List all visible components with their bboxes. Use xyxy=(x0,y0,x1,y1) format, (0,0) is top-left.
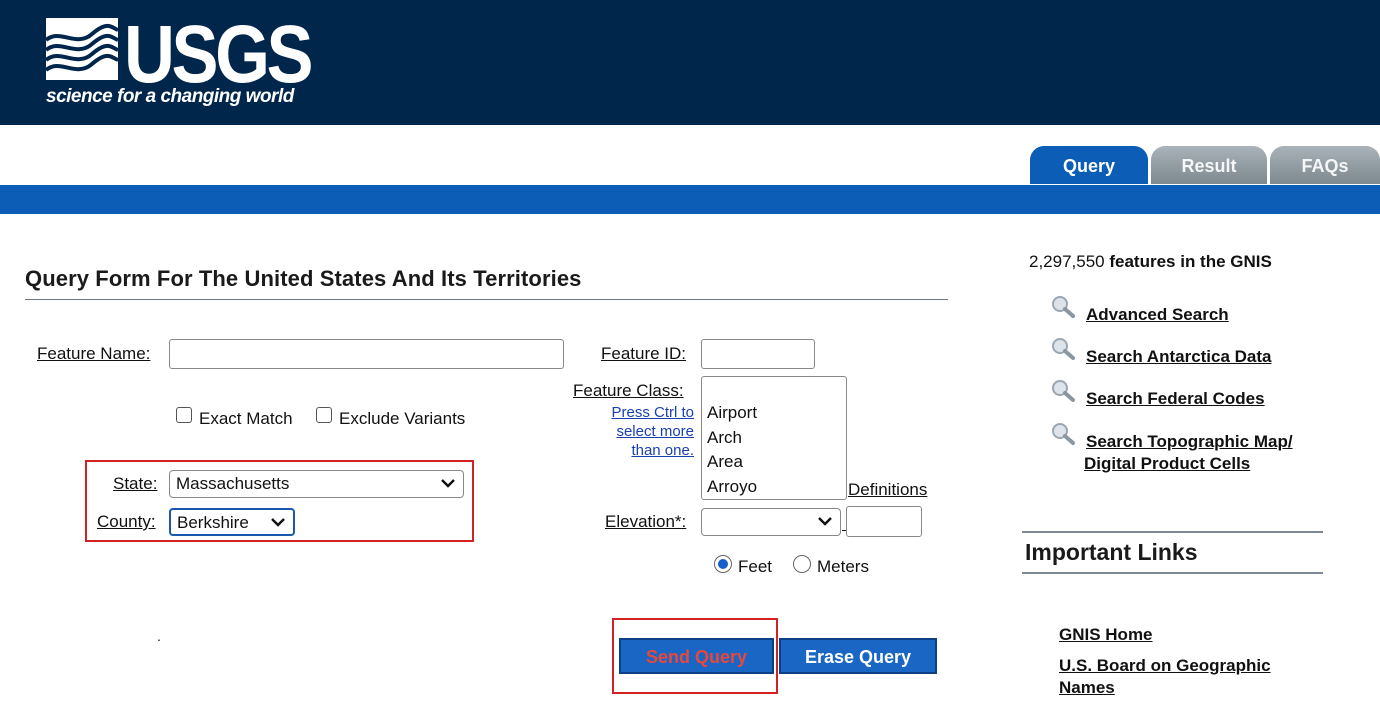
feet-radio[interactable] xyxy=(714,555,732,573)
send-query-button[interactable]: Send Query xyxy=(619,638,774,674)
search-federal-codes-link[interactable]: Search Federal Codes xyxy=(1086,388,1265,410)
exact-match-checkbox[interactable] xyxy=(176,407,192,423)
logo-tagline: science for a changing world xyxy=(46,86,294,107)
county-select[interactable]: Berkshire xyxy=(169,508,295,536)
feet-label: Feet xyxy=(738,557,773,576)
erase-query-button[interactable]: Erase Query xyxy=(779,638,937,674)
tab-bar xyxy=(0,185,1380,214)
tab-result[interactable]: Result xyxy=(1151,146,1267,184)
feature-class-option[interactable]: Airport xyxy=(702,401,846,426)
state-select[interactable]: Massachusetts xyxy=(169,470,464,498)
gnis-feature-count: 2,297,550 features in the GNIS xyxy=(1029,252,1272,272)
meters-radio[interactable] xyxy=(793,555,811,573)
feature-class-option[interactable]: Arroyo xyxy=(702,475,846,500)
feature-count-suffix: features in the GNIS xyxy=(1104,252,1272,271)
search-antarctica-link[interactable]: Search Antarctica Data xyxy=(1086,346,1272,368)
exclude-variants-label: Exclude Variants xyxy=(339,409,466,428)
magnifier-icon xyxy=(1052,380,1075,402)
county-select-value: Berkshire xyxy=(177,513,249,532)
definitions-link[interactable]: Definitions xyxy=(848,480,927,500)
feature-class-option[interactable]: Arch xyxy=(702,426,846,451)
feature-class-listbox[interactable]: Airport Arch Area Arroyo xyxy=(701,376,847,500)
separator-dot: . xyxy=(157,628,161,644)
tab-query[interactable]: Query xyxy=(1030,146,1148,184)
feature-count-number: 2,297,550 xyxy=(1029,252,1105,271)
advanced-search-link[interactable]: Advanced Search xyxy=(1086,304,1229,326)
feature-id-input[interactable] xyxy=(701,339,815,369)
us-board-link-names[interactable]: Names xyxy=(1059,677,1115,699)
important-links-top-rule xyxy=(1022,531,1323,533)
magnifier-icon xyxy=(1052,296,1075,318)
feature-name-input[interactable] xyxy=(169,339,564,369)
chevron-down-icon xyxy=(818,517,832,526)
feature-id-label[interactable]: Feature ID: xyxy=(601,344,686,364)
magnifier-icon xyxy=(1052,423,1075,445)
digital-product-cells-link[interactable]: Digital Product Cells xyxy=(1084,453,1250,475)
elevation-label[interactable]: Elevation*: xyxy=(605,512,686,532)
state-select-value: Massachusetts xyxy=(176,474,290,493)
us-board-link[interactable]: U.S. Board on Geographic xyxy=(1059,655,1271,677)
meters-label: Meters xyxy=(817,557,869,576)
usgs-wave-icon xyxy=(46,18,118,80)
ctrl-hint-line-1[interactable]: Press Ctrl to xyxy=(611,403,694,422)
feature-class-label[interactable]: Feature Class: xyxy=(573,381,684,401)
exact-match-label: Exact Match xyxy=(199,409,293,428)
important-links-heading: Important Links xyxy=(1025,539,1198,565)
usgs-logo[interactable]: USGS science for a changing world xyxy=(46,12,316,112)
title-divider xyxy=(25,299,948,300)
chevron-down-icon xyxy=(441,479,455,488)
state-label[interactable]: State: xyxy=(113,474,157,494)
ctrl-hint-line-3[interactable]: than one. xyxy=(631,441,694,460)
chevron-down-icon xyxy=(271,518,285,527)
elevation-select[interactable] xyxy=(701,508,841,536)
magnifier-icon xyxy=(1052,338,1075,360)
ctrl-hint-line-2[interactable]: select more xyxy=(616,422,694,441)
gnis-home-link[interactable]: GNIS Home xyxy=(1059,624,1153,646)
search-topographic-map-link[interactable]: Search Topographic Map/ xyxy=(1086,431,1293,453)
feature-class-option[interactable]: Area xyxy=(702,450,846,475)
site-header: USGS science for a changing world xyxy=(0,0,1380,125)
exclude-variants-checkbox[interactable] xyxy=(316,407,332,423)
county-label[interactable]: County: xyxy=(97,512,156,532)
tab-faqs[interactable]: FAQs xyxy=(1270,146,1380,184)
important-links-bottom-rule xyxy=(1022,572,1323,574)
feature-name-label[interactable]: Feature Name: xyxy=(37,344,150,364)
page-title: Query Form For The United States And Its… xyxy=(25,266,582,291)
elevation-input[interactable] xyxy=(846,506,922,537)
